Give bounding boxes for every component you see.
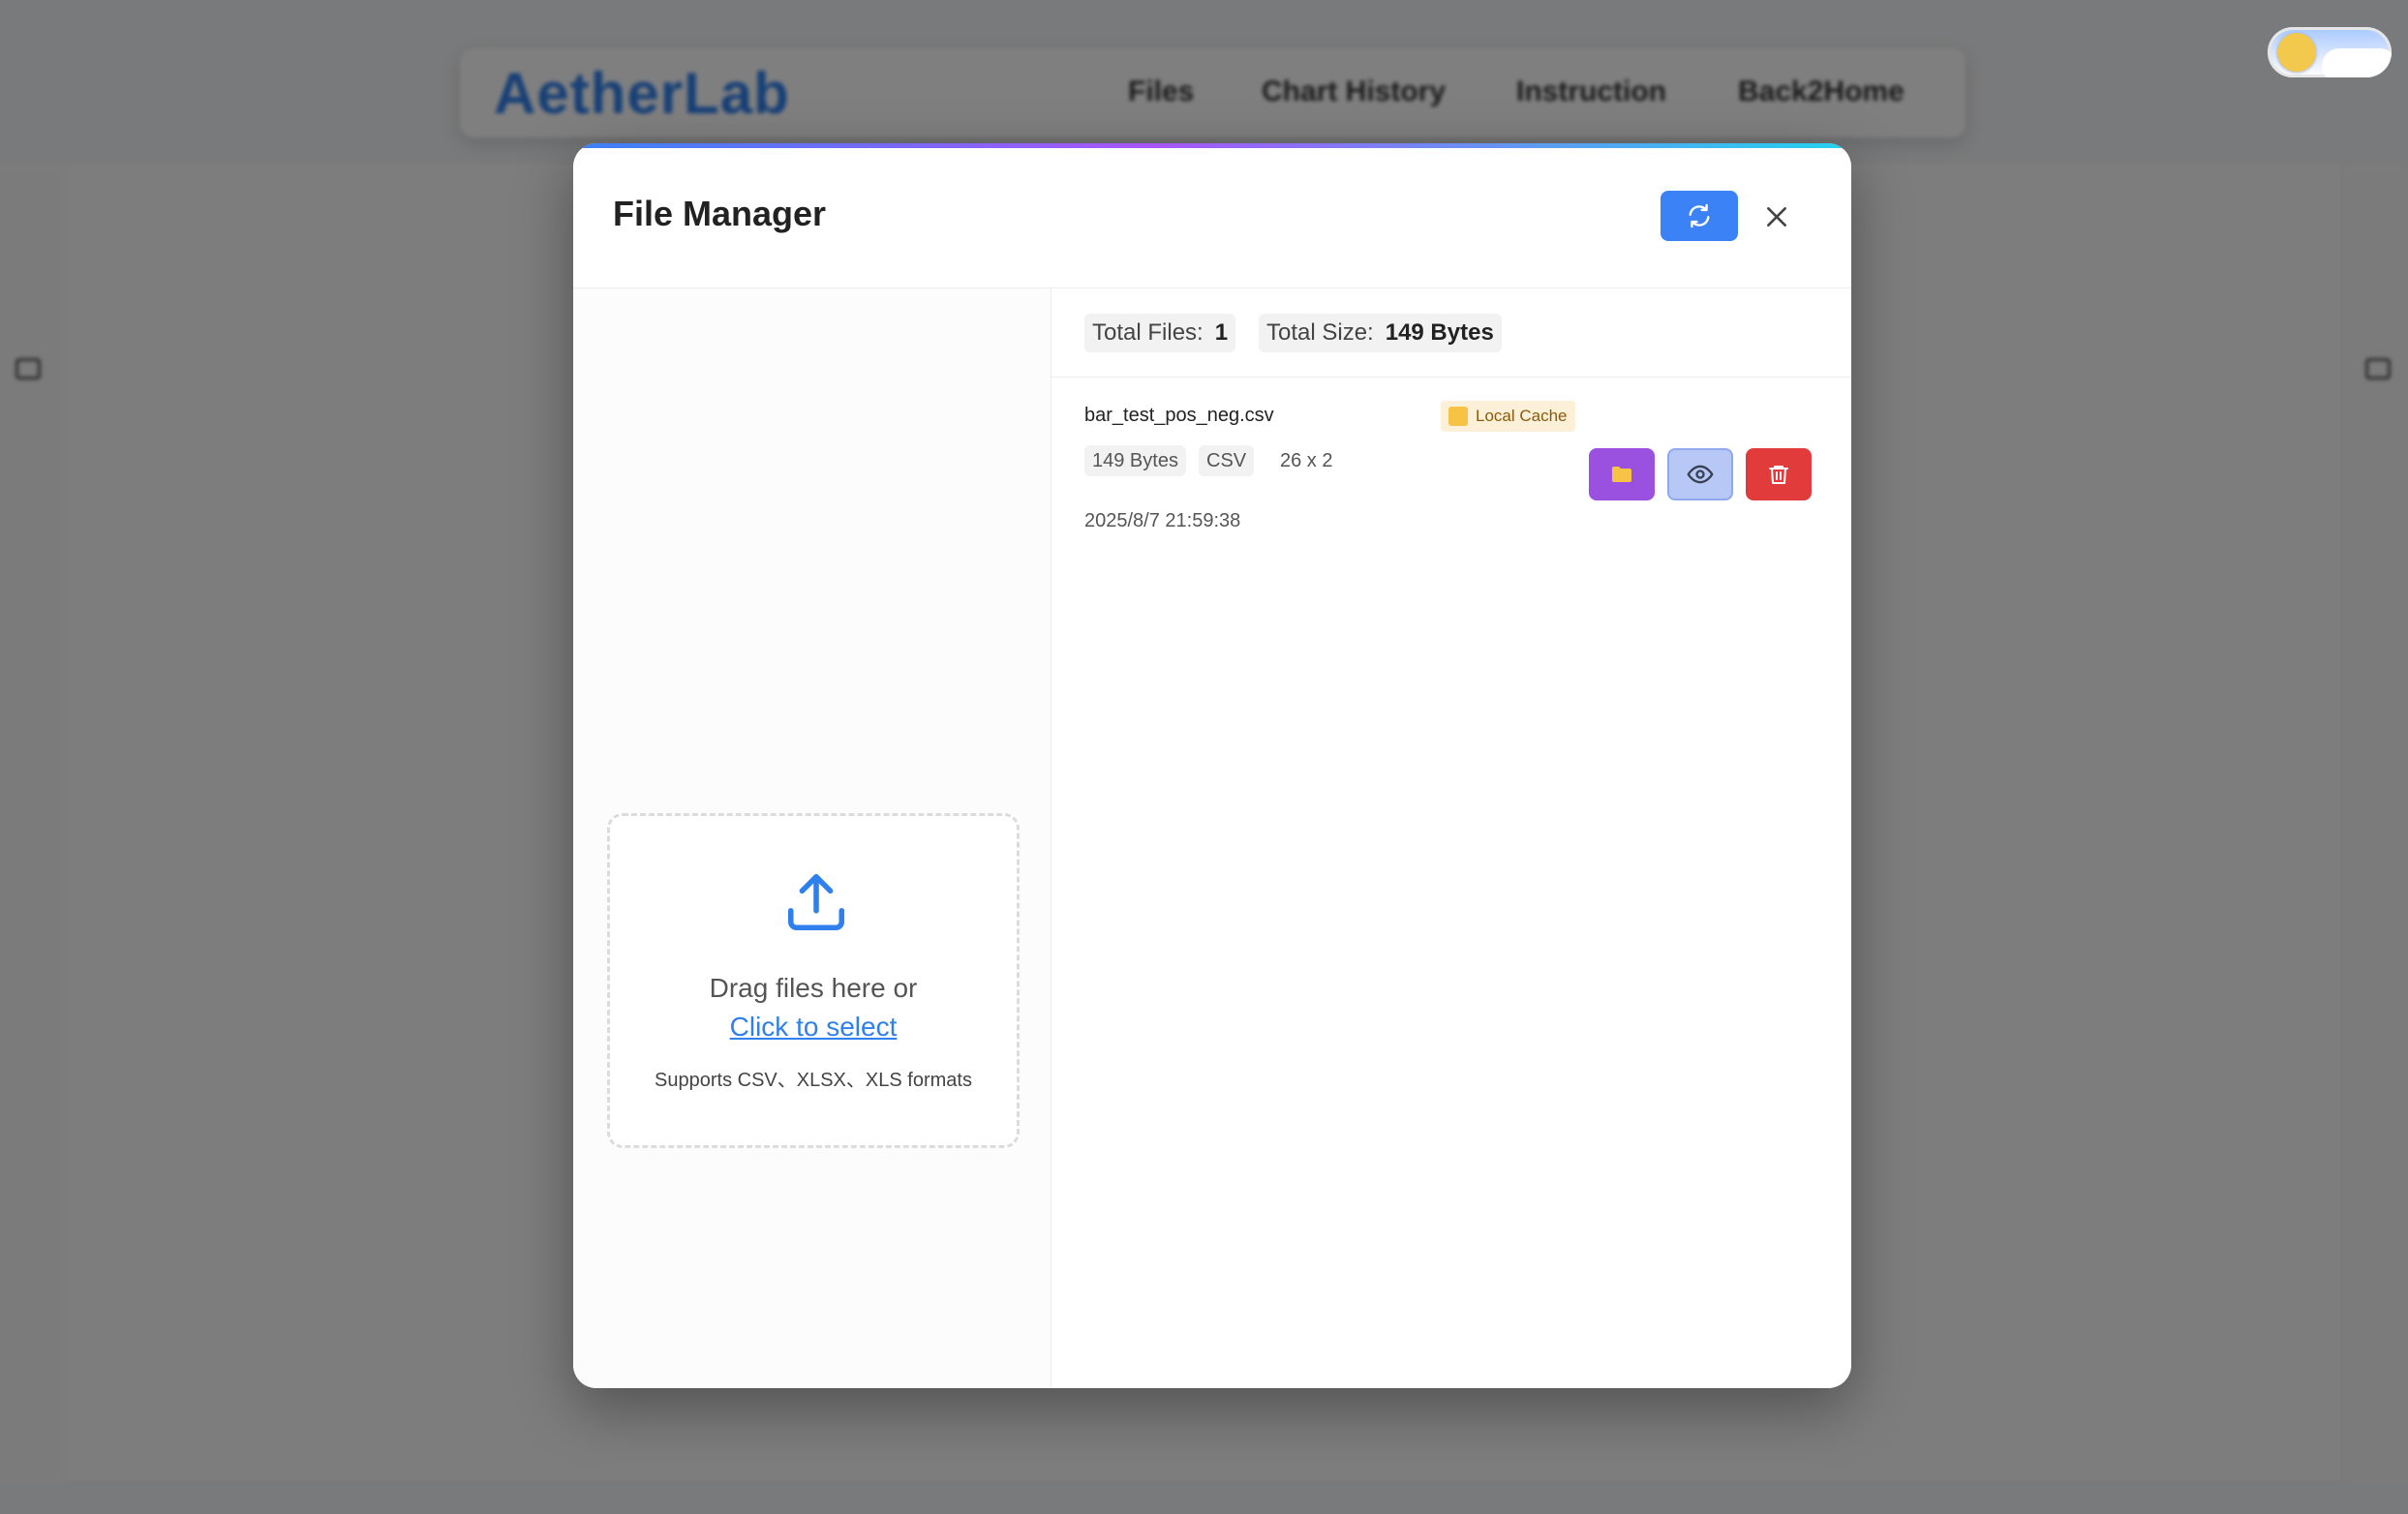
file-name: bar_test_pos_neg.csv — [1084, 405, 1274, 426]
file-date: 2025/8/7 21:59:38 — [1084, 510, 1241, 531]
modal-header: File Manager — [573, 143, 1851, 288]
total-size-stat: Total Size: 149 Bytes — [1259, 314, 1502, 352]
file-manager-modal: File Manager Drag files here or Click to… — [573, 143, 1851, 1388]
close-icon — [1767, 207, 1786, 227]
file-list-panel: Total Files: 1 Total Size: 149 Bytes bar… — [1052, 288, 1851, 1388]
folder-badge-icon — [1448, 407, 1468, 426]
drop-instruction: Drag files here or — [709, 973, 918, 1003]
file-dimensions: 26 x 2 — [1280, 450, 1333, 471]
total-files-value: 1 — [1214, 319, 1229, 346]
file-size: 149 Bytes — [1084, 445, 1186, 476]
total-size-value: 149 Bytes — [1385, 319, 1494, 346]
total-files-label: Total Files: — [1092, 319, 1204, 346]
upload-panel: Drag files here or Click to select Suppo… — [573, 288, 1052, 1388]
modal-accent-bar — [573, 143, 1851, 148]
badge-label: Local Cache — [1476, 407, 1568, 425]
eye-icon — [1687, 465, 1714, 484]
file-stats: Total Files: 1 Total Size: 149 Bytes — [1052, 288, 1851, 378]
theme-toggle[interactable] — [2268, 27, 2392, 77]
file-list-item[interactable]: bar_test_pos_neg.csv Local Cache 149 Byt… — [1052, 378, 1851, 552]
refresh-icon — [1689, 203, 1710, 228]
file-dropzone[interactable]: Drag files here or Click to select Suppo… — [607, 813, 1020, 1148]
supported-formats: Supports CSV、XLSX、XLS formats — [655, 1070, 972, 1091]
upload-icon — [787, 873, 845, 931]
folder-icon — [1612, 467, 1631, 482]
close-button[interactable] — [1757, 197, 1796, 236]
total-files-stat: Total Files: 1 — [1084, 314, 1236, 352]
preview-file-button[interactable] — [1667, 448, 1733, 500]
delete-file-button[interactable] — [1746, 448, 1812, 500]
total-size-label: Total Size: — [1266, 319, 1374, 346]
click-to-select-link[interactable]: Click to select — [610, 1012, 1017, 1043]
cloud-icon — [2322, 48, 2392, 77]
open-file-button[interactable] — [1589, 448, 1655, 500]
local-cache-badge: Local Cache — [1441, 401, 1575, 432]
refresh-button[interactable] — [1661, 191, 1738, 241]
file-type: CSV — [1199, 445, 1255, 476]
trash-icon — [1769, 466, 1788, 484]
sun-icon — [2277, 33, 2316, 72]
modal-title: File Manager — [613, 194, 827, 233]
